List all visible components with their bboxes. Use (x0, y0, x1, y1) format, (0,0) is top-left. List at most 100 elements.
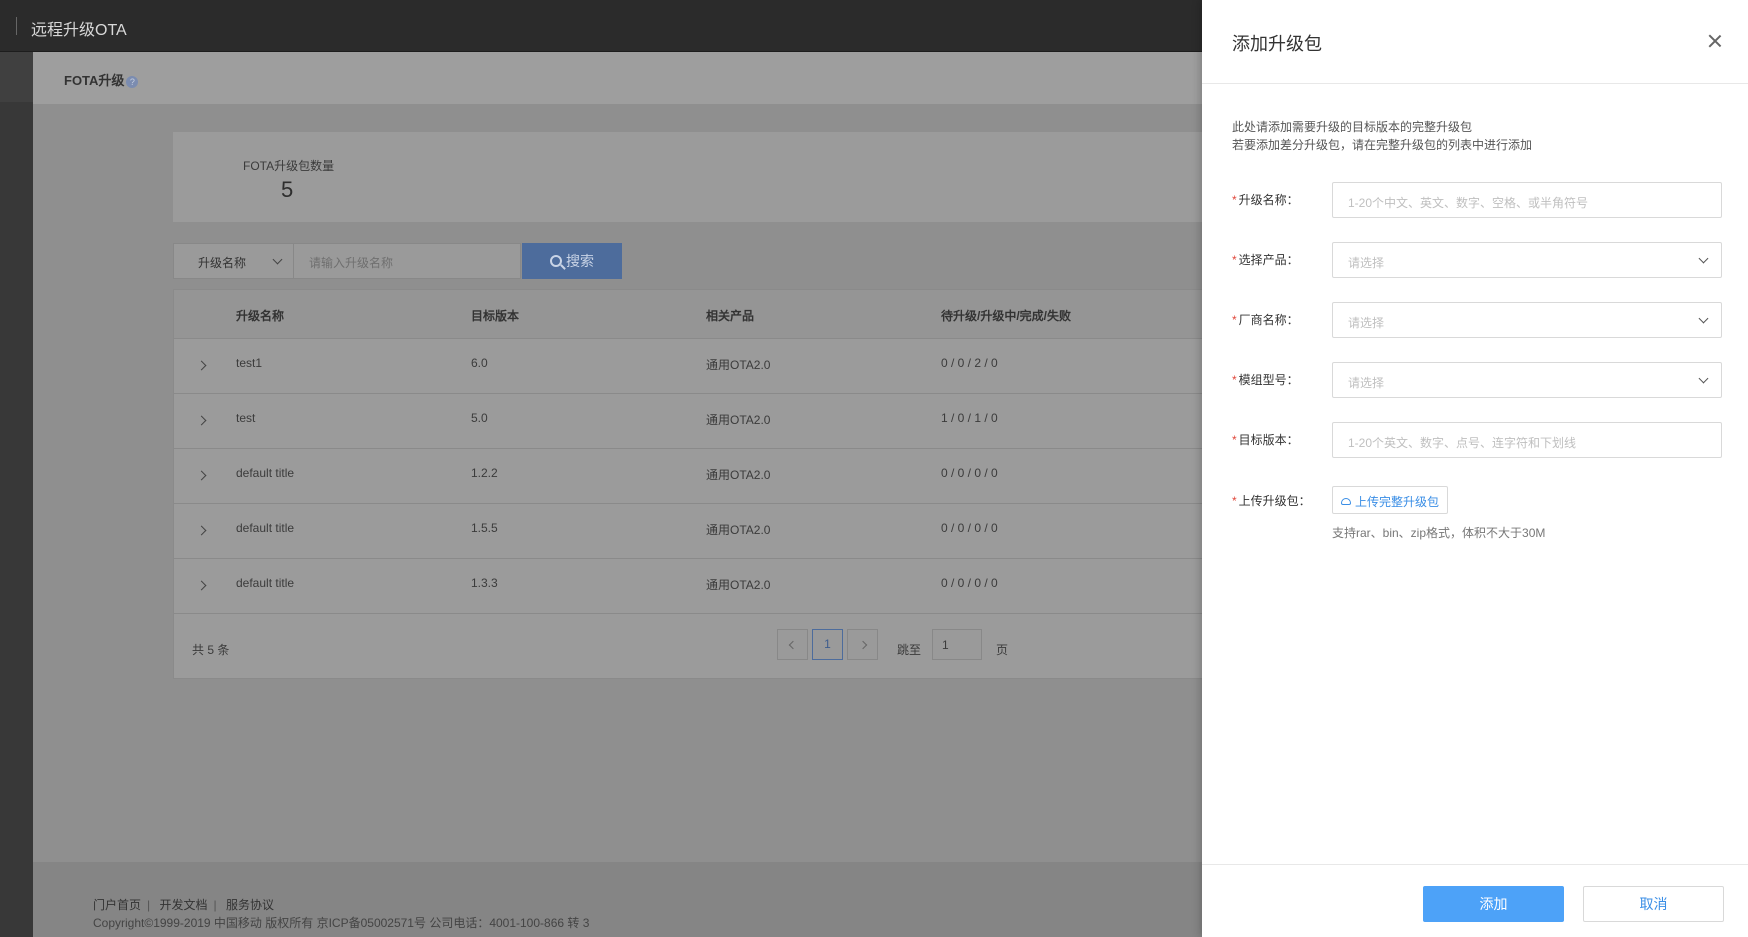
product-select-placeholder: 请选择 (1348, 256, 1385, 270)
field-label-text: 升级名称： (1238, 193, 1299, 207)
column-header-version: 目标版本 (471, 309, 520, 323)
chevron-right-icon (858, 640, 867, 650)
expand-row-icon[interactable] (196, 525, 207, 536)
cell-product: 通用OTA2.0 (706, 523, 771, 537)
search-button-label: 搜索 (566, 253, 594, 269)
cell-name: test (236, 411, 256, 425)
left-rail (0, 52, 33, 937)
total-count: 共 5 条 (192, 643, 230, 657)
chevron-down-icon (1698, 253, 1709, 264)
expand-row-icon[interactable] (196, 360, 207, 371)
form-row-version: * 目标版本： 1-20个英文、数字、点号、连字符和下划线 (1232, 422, 1722, 458)
expand-row-icon[interactable] (196, 415, 207, 426)
search-icon (550, 255, 562, 267)
table-row[interactable]: default title 1.3.3 通用OTA2.0 0 / 0 / 0 /… (174, 559, 1272, 614)
footer-links: 门户首页 | 开发文档 | 服务协议 (93, 898, 274, 912)
cell-version: 1.2.2 (471, 466, 498, 480)
stats-label: FOTA升级包数量 (243, 159, 335, 173)
page-unit-label: 页 (996, 643, 1009, 657)
app-title: 远程升级OTA (31, 22, 127, 39)
chevron-down-icon (272, 254, 283, 265)
required-mark: * (1232, 494, 1237, 508)
table-row[interactable]: test1 6.0 通用OTA2.0 0 / 0 / 2 / 0 (174, 339, 1272, 394)
cell-product: 通用OTA2.0 (706, 468, 771, 482)
required-mark: * (1232, 373, 1237, 387)
field-label-text: 上传升级包： (1238, 494, 1311, 508)
cell-product: 通用OTA2.0 (706, 358, 771, 372)
close-icon[interactable] (1704, 30, 1726, 52)
field-label: * 模组型号： (1232, 371, 1299, 388)
hint-line-1: 此处请添加需要升级的目标版本的完整升级包 (1232, 120, 1473, 134)
required-mark: * (1232, 253, 1237, 267)
search-field-select[interactable]: 升级名称 (173, 243, 294, 279)
help-icon[interactable]: ? (126, 75, 139, 88)
add-button[interactable]: 添加 (1423, 886, 1564, 922)
upload-button-label: 上传完整升级包 (1355, 495, 1440, 509)
next-page-button[interactable] (847, 629, 878, 660)
cell-name: default title (236, 576, 295, 590)
cell-status: 0 / 0 / 0 / 0 (941, 466, 998, 480)
cancel-button[interactable]: 取消 (1583, 886, 1724, 922)
footer-link-home[interactable]: 门户首页 (93, 898, 141, 912)
goto-label: 跳至 (897, 643, 922, 657)
footer-link-docs[interactable]: 开发文档 (159, 898, 207, 912)
cell-status: 0 / 0 / 0 / 0 (941, 576, 998, 590)
cell-name: default title (236, 466, 295, 480)
form-row-module: * 模组型号： 请选择 (1232, 362, 1722, 398)
product-select[interactable]: 请选择 (1332, 242, 1722, 278)
field-label: * 厂商名称： (1232, 311, 1299, 328)
module-select-placeholder: 请选择 (1348, 376, 1385, 390)
stats-value: 5 (281, 177, 294, 202)
expand-row-icon[interactable] (196, 470, 207, 481)
required-mark: * (1232, 313, 1237, 327)
column-header-product: 相关产品 (706, 309, 755, 323)
hint-line-2: 若要添加差分升级包，请在完整升级包的列表中进行添加 (1232, 138, 1533, 152)
search-field-select-value: 升级名称 (198, 256, 247, 270)
topbar-divider (16, 17, 17, 35)
chevron-down-icon (1698, 313, 1709, 324)
cell-status: 1 / 0 / 1 / 0 (941, 411, 998, 425)
cell-version: 5.0 (471, 411, 488, 425)
upgrade-name-input[interactable]: 1-20个中文、英文、数字、空格、或半角符号 (1332, 182, 1722, 218)
chevron-down-icon (1698, 373, 1709, 384)
target-version-input[interactable]: 1-20个英文、数字、点号、连字符和下划线 (1332, 422, 1722, 458)
table-header: 升级名称 目标版本 相关产品 待升级/升级中/完成/失败 (174, 290, 1272, 339)
table-row[interactable]: test 5.0 通用OTA2.0 1 / 0 / 1 / 0 (174, 394, 1272, 449)
add-package-drawer: 添加升级包 此处请添加需要升级的目标版本的完整升级包 若要添加差分升级包，请在完… (1202, 0, 1748, 937)
table-row[interactable]: default title 1.5.5 通用OTA2.0 0 / 0 / 0 /… (174, 504, 1272, 559)
column-header-name: 升级名称 (236, 309, 285, 323)
page-title-text: FOTA升级 (64, 73, 125, 88)
field-label: * 目标版本： (1232, 431, 1299, 448)
page-button-1[interactable]: 1 (812, 629, 843, 660)
drawer-title: 添加升级包 (1232, 34, 1322, 54)
required-mark: * (1232, 433, 1237, 447)
table-row[interactable]: default title 1.2.2 通用OTA2.0 0 / 0 / 0 /… (174, 449, 1272, 504)
field-label: * 升级名称： (1232, 191, 1299, 208)
copyright: Copyright©1999-2019 中国移动 版权所有 京ICP备05002… (93, 916, 590, 930)
goto-page-input[interactable]: 1 (932, 629, 982, 660)
required-mark: * (1232, 193, 1237, 207)
cell-status: 0 / 0 / 2 / 0 (941, 356, 998, 370)
upload-tip: 支持rar、bin、zip格式，体积不大于30M (1332, 526, 1546, 540)
field-label-text: 厂商名称： (1238, 313, 1299, 327)
upload-package-button[interactable]: 上传完整升级包 (1332, 486, 1449, 514)
prev-page-button[interactable] (777, 629, 808, 660)
field-label-text: 目标版本： (1238, 433, 1299, 447)
left-rail-block (0, 52, 33, 102)
module-select[interactable]: 请选择 (1332, 362, 1722, 398)
footer-link-terms[interactable]: 服务协议 (226, 898, 274, 912)
column-header-status: 待升级/升级中/完成/失败 (941, 309, 1072, 323)
drawer-footer: 添加 取消 (1202, 864, 1748, 937)
field-label-text: 模组型号： (1238, 373, 1299, 387)
chevron-left-icon (788, 640, 797, 650)
search-button[interactable]: 搜索 (522, 243, 622, 279)
search-input[interactable]: 请输入升级名称 (294, 243, 521, 279)
cell-status: 0 / 0 / 0 / 0 (941, 521, 998, 535)
vendor-select[interactable]: 请选择 (1332, 302, 1722, 338)
cell-version: 1.5.5 (471, 521, 498, 535)
table-footer: 共 5 条 1 跳至 1 页 (174, 614, 1272, 680)
stats-card: FOTA升级包数量 5 (173, 132, 1273, 222)
field-label: * 上传升级包： (1232, 492, 1311, 509)
expand-row-icon[interactable] (196, 580, 207, 591)
cloud-upload-icon (1341, 498, 1351, 505)
